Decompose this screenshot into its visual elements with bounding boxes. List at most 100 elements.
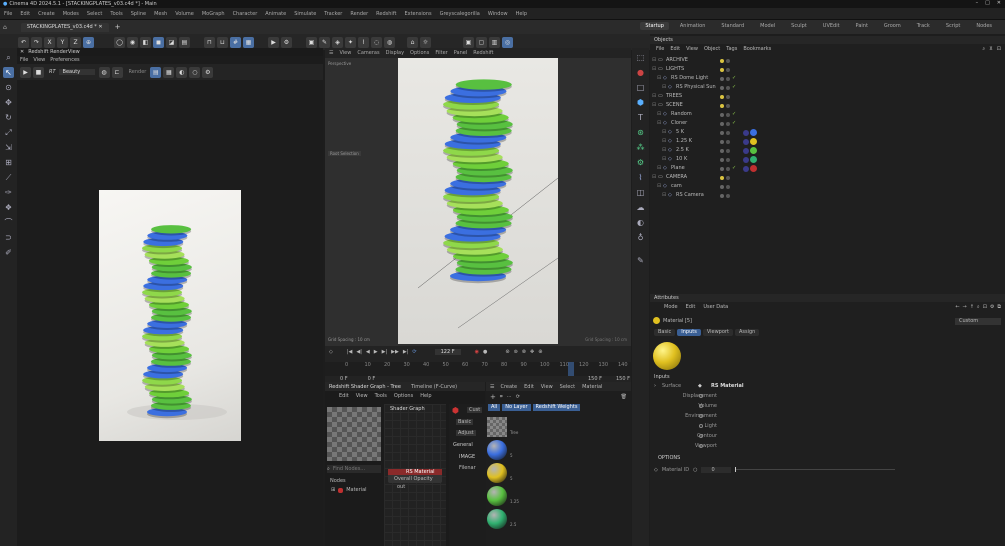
expand-icon[interactable]: ⊟ (652, 56, 656, 65)
radio-icon[interactable] (699, 404, 703, 408)
settings-icon[interactable]: ⚙ (990, 304, 994, 310)
layout-tab-uvedit[interactable]: UVEdit (818, 22, 845, 30)
basic-tab[interactable]: Basic (456, 419, 474, 425)
material-item[interactable]: Tree (486, 416, 526, 439)
object-row[interactable]: ⊟ ◇ Random ✓ (652, 110, 782, 119)
layout-tab-nodes[interactable]: Nodes (971, 22, 997, 30)
adjust-tab[interactable]: Adjust (456, 430, 476, 436)
param-key-icon[interactable]: ⊕ (538, 349, 542, 355)
menu-simulate[interactable]: Simulate (290, 11, 320, 17)
menu-extensions[interactable]: Extensions (400, 11, 435, 17)
object-row[interactable]: ⊟ ▭ CAMERA (652, 173, 782, 182)
layout-tab-script[interactable]: Script (941, 22, 966, 30)
material-filter-redshift-weights[interactable]: Redshift Weights (532, 404, 581, 411)
menu-volume[interactable]: Volume (171, 11, 198, 17)
object-row[interactable]: ⊟ ◇ Cloner ✓ (652, 119, 782, 128)
tab-shader-graph[interactable]: Redshift Shader Graph - Tree (329, 384, 401, 390)
polygons-mode-icon[interactable]: ◼ (153, 36, 164, 48)
refresh-icon[interactable]: ⟳ (516, 394, 520, 400)
enabled-check-icon[interactable]: ✓ (732, 164, 736, 173)
menu-mesh[interactable]: Mesh (150, 11, 171, 17)
radio-icon[interactable] (699, 414, 703, 418)
grid-snap-icon[interactable]: # (230, 36, 241, 48)
enabled-check-icon[interactable]: ✓ (732, 74, 736, 83)
filter-icon[interactable]: ⊻ (989, 46, 993, 52)
tag-icon[interactable]: ✎ (635, 255, 646, 266)
redo-icon[interactable]: ↷ (31, 36, 42, 48)
menu-file[interactable]: File (0, 11, 16, 17)
light-object-icon[interactable]: ♁ (635, 232, 646, 243)
menu-character[interactable]: Character (229, 11, 262, 17)
current-frame-field[interactable]: 122 F (434, 349, 461, 355)
object-row[interactable]: ⊟ ◇ 5 K (652, 128, 782, 137)
undo-icon[interactable]: ↶ (18, 36, 29, 48)
uv-mode-icon[interactable]: ◪ (166, 36, 177, 48)
cust-tab[interactable]: Cust (467, 407, 483, 413)
trash-icon[interactable]: 🗑 (621, 394, 627, 400)
cube-icon[interactable]: ▣ (306, 36, 317, 48)
viewport-scene[interactable] (398, 58, 559, 344)
render-settings-icon[interactable]: ⚙ (281, 36, 292, 48)
camera-view-icon[interactable]: ⬚ (635, 52, 646, 63)
objects-menu-file[interactable]: File (656, 46, 664, 52)
deformer-icon[interactable]: ⌇ (358, 36, 369, 48)
rotate-icon[interactable]: ↻ (3, 112, 14, 123)
lock-icon[interactable]: ⊡ (983, 304, 987, 310)
attr-tab-basic[interactable]: Basic (654, 329, 676, 336)
material-menu-view[interactable]: View (541, 384, 553, 390)
input-row[interactable]: Environment (654, 411, 854, 421)
snap-icon[interactable]: ⊓ (204, 36, 215, 48)
find-nodes[interactable]: ⌕ Find Nodes... (327, 465, 381, 473)
tab-timeline[interactable]: Timeline (F-Curve) (411, 384, 457, 390)
shader-menu-help[interactable]: Help (420, 393, 431, 399)
expand-icon[interactable]: ⊟ (657, 110, 661, 119)
minimize-icon[interactable]: – (976, 0, 979, 6)
object-row[interactable]: ⊟ ▭ SCENE (652, 101, 782, 110)
objects-menu-edit[interactable]: Edit (670, 46, 680, 52)
prev-key-icon[interactable]: ◀| (356, 349, 362, 355)
rv-stop-icon[interactable]: ■ (33, 66, 44, 78)
viewport-menu-redshift[interactable]: Redshift (473, 50, 493, 56)
object-row[interactable]: ⊟ ◇ 2.5 K (652, 146, 782, 155)
node-list-item[interactable]: ⊞ Material (331, 487, 367, 493)
add-material-icon[interactable]: + (490, 393, 496, 401)
document-tab[interactable]: STACKINGPLATES_v03.c4d * ✕ (20, 22, 109, 32)
material-options-icon[interactable]: ☰ (490, 384, 494, 390)
camera-icon[interactable]: ⌂ (407, 36, 418, 48)
viewport-menu-panel[interactable]: Panel (454, 50, 468, 56)
layout-tab-model[interactable]: Model (755, 22, 780, 30)
material-item[interactable]: 5 (486, 462, 526, 485)
spline-icon[interactable]: ⌇ (635, 172, 646, 183)
render-icon[interactable]: ▶ (268, 36, 279, 48)
object-row[interactable]: ⊟ ◇ 1.25 K (652, 137, 782, 146)
spline-pen-icon[interactable]: ✐ (3, 247, 14, 258)
expand-icon[interactable]: ⊟ (662, 146, 666, 155)
aov-select[interactable]: Beauty (58, 69, 95, 75)
environment-icon[interactable]: ☁ (635, 202, 646, 213)
expand-icon[interactable]: ⊟ (662, 191, 666, 200)
menu-edit[interactable]: Edit (16, 11, 34, 17)
next-frame-icon[interactable]: ▶| (382, 349, 388, 355)
menu-create[interactable]: Create (34, 11, 59, 17)
viewport-menu-view[interactable]: View (339, 50, 351, 56)
goto-end-icon[interactable]: ▶| (403, 349, 409, 355)
objects-menu-view[interactable]: View (686, 46, 698, 52)
expand-icon[interactable]: ⊟ (657, 164, 661, 173)
material-menu-select[interactable]: Select (560, 384, 575, 390)
bend-icon[interactable]: ◫ (635, 187, 646, 198)
keyframe-icon[interactable]: ◇ (329, 349, 333, 355)
material-item[interactable]: 2.5 (486, 508, 526, 531)
prev-frame-icon[interactable]: ◀ (366, 349, 370, 355)
move-icon[interactable]: ✥ (3, 97, 14, 108)
menu-render[interactable]: Render (346, 11, 372, 17)
axis-y-button[interactable]: Y (57, 36, 68, 48)
axis-z-button[interactable]: Z (70, 36, 81, 48)
menu-select[interactable]: Select (83, 11, 106, 17)
material-filter-all[interactable]: All (488, 404, 501, 411)
generator-icon[interactable]: ⊛ (635, 127, 646, 138)
material-menu-material[interactable]: Material (582, 384, 602, 390)
find-nodes-input[interactable]: Find Nodes... (333, 466, 365, 472)
playhead[interactable] (568, 362, 574, 376)
filter-icon[interactable]: ⋯ (507, 394, 512, 400)
deformer-object-icon[interactable]: ⚙ (635, 157, 646, 168)
